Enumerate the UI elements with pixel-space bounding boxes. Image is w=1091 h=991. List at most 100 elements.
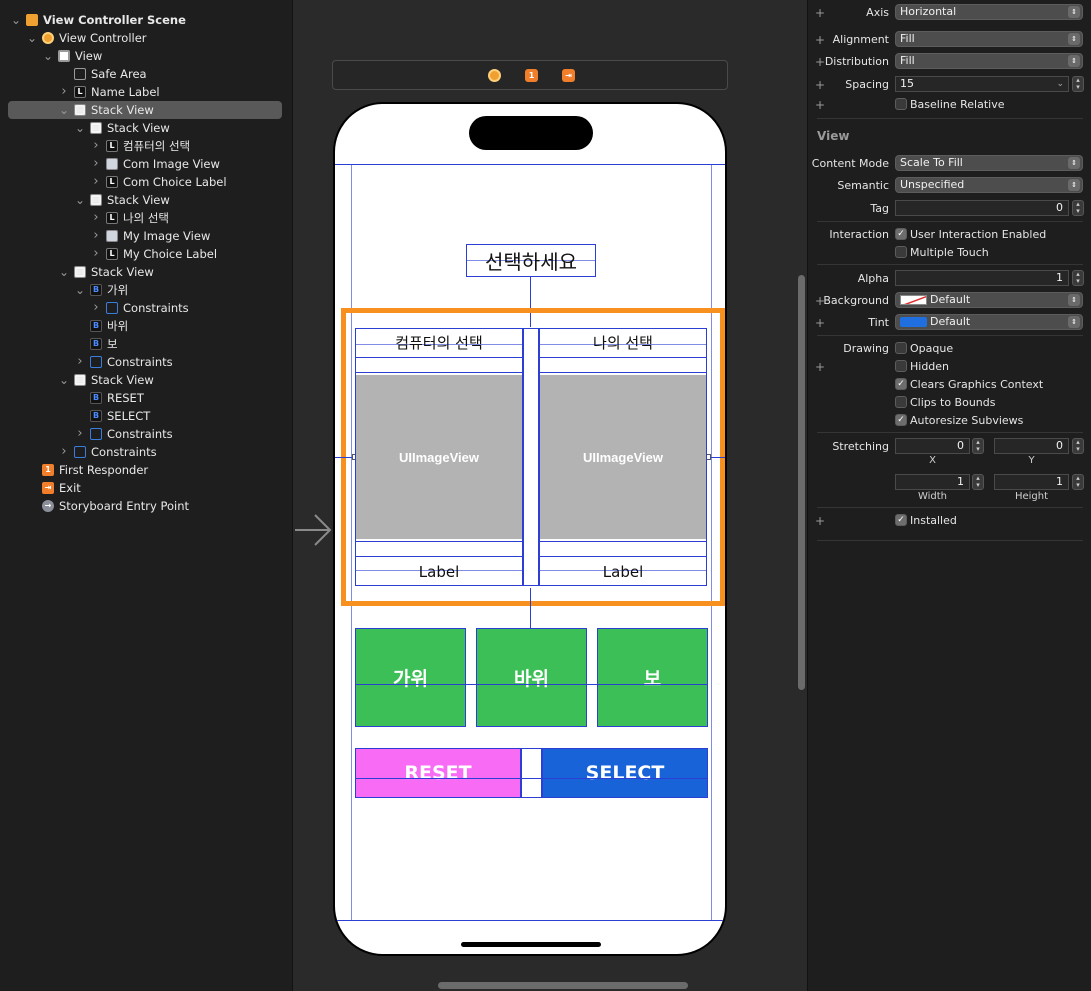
outline-item[interactable]: ⌄ View Controller Scene: [10, 11, 186, 29]
autoresize-checkbox[interactable]: ✓: [895, 414, 907, 426]
my-image-view[interactable]: UIImageView: [540, 375, 706, 539]
name-label[interactable]: 선택하세요: [466, 246, 596, 275]
com-title-label[interactable]: 컴퓨터의 선택: [355, 332, 523, 353]
stretch-y-stepper[interactable]: ▴ ▾: [1072, 438, 1084, 454]
chevron-down-icon[interactable]: ⌄: [26, 32, 38, 44]
chevron-right-icon[interactable]: ›: [58, 83, 70, 101]
chevron-right-icon[interactable]: ›: [90, 209, 102, 227]
outline-item[interactable]: Safe Area: [58, 65, 147, 83]
chevron-right-icon[interactable]: ›: [58, 443, 70, 461]
my-choice-label[interactable]: Label: [539, 563, 707, 581]
outline-item[interactable]: ⇥ Exit: [26, 479, 81, 497]
outline-item[interactable]: ⌄ B 가위: [74, 281, 128, 299]
clips-to-bounds-checkbox[interactable]: [895, 396, 907, 408]
chevron-right-icon[interactable]: ›: [90, 155, 102, 173]
stretch-x-field[interactable]: 0: [895, 438, 970, 454]
outline-item[interactable]: ⌄ View: [42, 47, 102, 65]
com-image-view[interactable]: UIImageView: [356, 375, 522, 539]
outline-item[interactable]: › My Image View: [90, 227, 210, 245]
outline-item[interactable]: ⌄ ▥ Stack View: [74, 119, 170, 137]
spacing-stepper[interactable]: ▴ ▾: [1072, 76, 1084, 92]
outline-item[interactable]: › Constraints: [74, 425, 172, 443]
outline-item[interactable]: B 바위: [74, 317, 128, 335]
outline-item[interactable]: › L 나의 선택: [90, 209, 169, 227]
stretch-height-stepper[interactable]: ▴ ▾: [1072, 474, 1084, 490]
baseline-relative-checkbox[interactable]: [895, 98, 907, 110]
my-title-label[interactable]: 나의 선택: [539, 332, 707, 353]
chevron-right-icon[interactable]: ›: [90, 137, 102, 155]
paper-button[interactable]: 보: [597, 628, 708, 727]
stretch-height-field[interactable]: 1: [994, 474, 1069, 490]
chevron-right-icon[interactable]: ›: [74, 425, 86, 443]
semantic-popup[interactable]: Unspecified ⇕: [895, 177, 1083, 193]
outline-item[interactable]: › L 컴퓨터의 선택: [90, 137, 190, 155]
alpha-field[interactable]: 1: [895, 270, 1069, 286]
stretch-width-stepper[interactable]: ▴ ▾: [972, 474, 984, 490]
chevron-right-icon[interactable]: ›: [90, 245, 102, 263]
outline-item[interactable]: 1 First Responder: [26, 461, 148, 479]
storyboard-canvas[interactable]: 1 ⇥ 선택하세요 컴퓨터의 선택 UIImageView Label 나의 선…: [292, 0, 808, 991]
chevron-right-icon[interactable]: ›: [90, 173, 102, 191]
outline-item[interactable]: B RESET: [74, 389, 144, 407]
first-responder-icon[interactable]: 1: [525, 69, 538, 82]
chevron-down-icon[interactable]: ⌄: [74, 194, 86, 206]
hidden-checkbox[interactable]: [895, 360, 907, 372]
axis-popup[interactable]: Horizontal ⇕: [895, 4, 1083, 20]
chevron-down-icon[interactable]: ⌄: [74, 284, 86, 296]
add-variation-icon[interactable]: +: [815, 78, 825, 92]
horizontal-scrollbar[interactable]: [438, 982, 688, 989]
outline-item[interactable]: ⌄ ▥ Stack View: [74, 191, 170, 209]
outline-item[interactable]: › Constraints: [90, 299, 188, 317]
view-controller-icon[interactable]: [488, 69, 501, 82]
user-interaction-checkbox[interactable]: ✓: [895, 228, 907, 240]
tag-stepper[interactable]: ▴ ▾: [1072, 200, 1084, 216]
outline-item[interactable]: ⌄ ▥ Stack View: [58, 263, 154, 281]
add-variation-icon[interactable]: +: [815, 33, 825, 47]
add-variation-icon[interactable]: +: [815, 360, 825, 374]
chevron-down-icon[interactable]: ⌄: [58, 374, 70, 386]
chevron-down-icon[interactable]: ⌄: [58, 266, 70, 278]
alignment-popup[interactable]: Fill ⇕: [895, 31, 1083, 47]
chevron-down-icon[interactable]: ⌄: [42, 50, 54, 62]
chevron-right-icon[interactable]: ›: [90, 299, 102, 317]
rock-button[interactable]: 바위: [476, 628, 587, 727]
tag-field[interactable]: 0: [895, 200, 1069, 216]
outline-item[interactable]: › Constraints: [58, 443, 156, 461]
scissors-button[interactable]: 가위: [355, 628, 466, 727]
distribution-popup[interactable]: Fill ⇕: [895, 53, 1083, 69]
select-button[interactable]: SELECT: [542, 748, 708, 798]
chevron-down-icon[interactable]: ⌄: [74, 122, 86, 134]
reset-button[interactable]: RESET: [355, 748, 521, 798]
entry-point-arrow-icon[interactable]: [295, 510, 333, 550]
outline-item[interactable]: › L Name Label: [58, 83, 159, 101]
add-variation-icon[interactable]: +: [815, 514, 825, 528]
outline-item[interactable]: › Constraints: [74, 353, 172, 371]
alpha-stepper[interactable]: ▴ ▾: [1072, 270, 1084, 286]
outline-item[interactable]: B SELECT: [74, 407, 150, 425]
stretch-x-stepper[interactable]: ▴ ▾: [972, 438, 984, 454]
outline-item[interactable]: › L My Choice Label: [90, 245, 217, 263]
outline-item[interactable]: B보: [74, 335, 118, 353]
background-popup[interactable]: Default ⇕: [895, 292, 1083, 308]
stretch-width-field[interactable]: 1: [895, 474, 970, 490]
outline-item[interactable]: › Com Image View: [90, 155, 220, 173]
outline-item[interactable]: → Storyboard Entry Point: [26, 497, 189, 515]
com-choice-label[interactable]: Label: [355, 563, 523, 581]
outline-item[interactable]: ⌄ ▥ Stack View: [8, 101, 282, 119]
outline-item[interactable]: ⌄ View Controller: [26, 29, 147, 47]
multiple-touch-checkbox[interactable]: [895, 246, 907, 258]
add-variation-icon[interactable]: +: [815, 6, 825, 20]
opaque-checkbox[interactable]: [895, 342, 907, 354]
chevron-right-icon[interactable]: ›: [90, 227, 102, 245]
chevron-down-icon[interactable]: ⌄: [10, 14, 22, 26]
vertical-scrollbar[interactable]: [798, 275, 805, 690]
exit-icon[interactable]: ⇥: [562, 69, 575, 82]
outline-item[interactable]: › L Com Choice Label: [90, 173, 226, 191]
clears-graphics-checkbox[interactable]: ✓: [895, 378, 907, 390]
stretch-y-field[interactable]: 0: [994, 438, 1069, 454]
add-variation-icon[interactable]: +: [815, 316, 825, 330]
tint-popup[interactable]: Default ⇕: [895, 314, 1083, 330]
outline-item[interactable]: ⌄ ▥ Stack View: [58, 371, 154, 389]
chevron-right-icon[interactable]: ›: [74, 353, 86, 371]
chevron-down-icon[interactable]: ⌄: [58, 104, 70, 116]
